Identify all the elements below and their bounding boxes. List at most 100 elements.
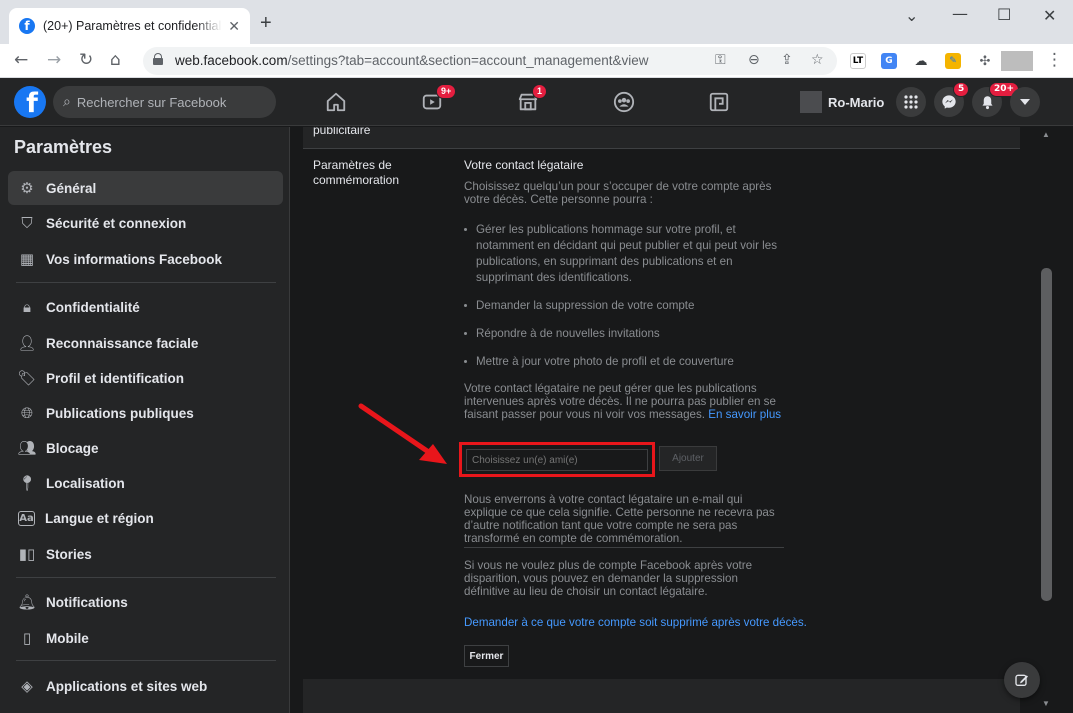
sidebar-item-general[interactable]: ⚙ Général bbox=[8, 171, 283, 205]
previous-section-label: publicitaire bbox=[313, 127, 371, 137]
messenger-icon[interactable]: 5 bbox=[934, 82, 970, 117]
sidebar-item-apps[interactable]: ◈ Applications et sites web bbox=[8, 669, 283, 703]
tab-close-icon[interactable]: ✕ bbox=[228, 18, 240, 35]
sidebar-item-public-posts[interactable]: 🌐︎ Publications publiques bbox=[8, 396, 283, 430]
search-icon: ⌕ bbox=[63, 94, 71, 110]
sidebar-item-language[interactable]: Aa Langue et région bbox=[8, 501, 283, 535]
gaming-nav-icon[interactable] bbox=[705, 88, 733, 116]
sidebar-item-profile-tagging[interactable]: 🏷︎ Profil et identification bbox=[8, 361, 283, 395]
grid-icon: ▦ bbox=[19, 250, 35, 268]
sidebar-item-label: Localisation bbox=[46, 475, 125, 491]
gear-icon: ⚙ bbox=[20, 179, 34, 197]
sidebar-item-label: Sécurité et connexion bbox=[46, 215, 187, 231]
location-pin-icon: 📍︎ bbox=[17, 474, 37, 492]
share-icon[interactable]: ⇪ bbox=[781, 52, 793, 68]
sidebar-item-label: Notifications bbox=[46, 594, 128, 610]
watch-nav-icon[interactable]: 9+ bbox=[418, 84, 457, 116]
window-close-icon[interactable]: ✕ bbox=[1043, 6, 1056, 25]
permissions-list: Gérer les publications hommage sur votre… bbox=[464, 222, 784, 370]
profile-shortcut[interactable]: Ro-Mario bbox=[800, 91, 884, 113]
home-icon[interactable]: ⌂ bbox=[110, 50, 121, 70]
sidebar-item-your-info[interactable]: ▦ Vos informations Facebook bbox=[8, 242, 283, 276]
messenger-badge: 5 bbox=[953, 82, 970, 97]
marketplace-nav-icon[interactable]: 1 bbox=[514, 84, 548, 116]
scroll-down-icon[interactable]: ▼ bbox=[1042, 699, 1050, 708]
lock-icon[interactable] bbox=[153, 53, 163, 65]
language-icon: Aa bbox=[18, 510, 35, 526]
bell-icon: 🔔︎ bbox=[17, 593, 37, 611]
intro-text: Choisissez quelqu’un pour s’occuper de v… bbox=[464, 180, 772, 206]
languagetool-icon[interactable]: LT bbox=[850, 53, 866, 69]
list-item: Répondre à de nouvelles invitations bbox=[464, 326, 784, 342]
settings-sidebar: Paramètres ⚙ Général ⛉ Sécurité et conne… bbox=[0, 127, 290, 713]
extension-feather-icon[interactable]: ✎ bbox=[945, 53, 961, 69]
sidebar-item-label: Applications et sites web bbox=[46, 678, 208, 694]
sidebar-item-stories[interactable]: ▮▯ Stories bbox=[8, 537, 283, 571]
content-divider bbox=[464, 547, 784, 548]
sidebar-item-face-recognition[interactable]: 👤︎ Reconnaissance faciale bbox=[8, 326, 283, 360]
sidebar-item-blocking[interactable]: 👥︎ Blocage bbox=[8, 431, 283, 465]
sidebar-title: Paramètres bbox=[14, 137, 113, 157]
zoom-icon[interactable]: ⊖ bbox=[748, 52, 760, 68]
search-placeholder: Rechercher sur Facebook bbox=[76, 94, 227, 110]
reload-icon[interactable]: ↻ bbox=[79, 50, 93, 70]
tab-title: (20+) Paramètres et confidentialité bbox=[43, 19, 223, 33]
globe-icon: 🌐︎ bbox=[20, 404, 33, 422]
red-arrow-icon bbox=[358, 403, 447, 464]
scroll-up-icon[interactable]: ▲ bbox=[1042, 130, 1050, 139]
account-dropdown-icon[interactable] bbox=[1010, 87, 1040, 117]
marketplace-badge: 1 bbox=[532, 84, 548, 99]
new-message-button[interactable] bbox=[1004, 662, 1040, 698]
list-item: Mettre à jour votre photo de profil et d… bbox=[464, 354, 784, 370]
sidebar-item-notifications[interactable]: 🔔︎ Notifications bbox=[8, 585, 283, 619]
browser-toolbar: ← → ↻ ⌂ web.facebook.com/settings?tab=ac… bbox=[0, 44, 1073, 78]
sidebar-item-label: Vos informations Facebook bbox=[46, 251, 223, 267]
scrollbar-thumb[interactable] bbox=[1041, 268, 1052, 601]
sidebar-item-location[interactable]: 📍︎ Localisation bbox=[8, 466, 283, 500]
delete-after-death-link[interactable]: Demander à ce que votre compte soit supp… bbox=[464, 616, 807, 629]
groups-nav-icon[interactable] bbox=[610, 88, 638, 116]
address-bar[interactable]: web.facebook.com/settings?tab=account&se… bbox=[143, 47, 837, 75]
shield-icon: ⛉ bbox=[21, 214, 33, 232]
back-icon[interactable]: ← bbox=[14, 50, 28, 70]
facebook-search-input[interactable]: ⌕ Rechercher sur Facebook bbox=[53, 86, 276, 118]
sidebar-item-privacy[interactable]: 🔒︎ Confidentialité bbox=[8, 290, 283, 324]
profile-avatar-icon[interactable] bbox=[1001, 51, 1033, 71]
add-button[interactable]: Ajouter bbox=[659, 446, 717, 471]
sidebar-item-security[interactable]: ⛉ Sécurité et connexion bbox=[8, 206, 283, 240]
apps-icon: ◈ bbox=[21, 677, 33, 695]
legacy-contact-content: Votre contact légataire Choisissez quelq… bbox=[464, 158, 784, 421]
chevron-down-icon[interactable]: ⌄ bbox=[905, 6, 918, 25]
translate-icon[interactable]: G bbox=[881, 53, 897, 69]
facebook-favicon-icon: f bbox=[19, 18, 35, 34]
watch-badge: 9+ bbox=[436, 84, 457, 99]
minimize-icon[interactable]: — bbox=[952, 4, 968, 23]
page-scrollbar[interactable]: ▲ ▼ bbox=[1040, 127, 1053, 713]
learn-more-link[interactable]: En savoir plus bbox=[708, 408, 781, 421]
sidebar-item-label: Stories bbox=[46, 546, 92, 562]
new-tab-icon[interactable]: + bbox=[260, 13, 272, 33]
compose-icon bbox=[1015, 674, 1028, 686]
forward-icon[interactable]: → bbox=[47, 50, 61, 70]
url-text[interactable]: web.facebook.com/settings?tab=account&se… bbox=[175, 53, 649, 68]
sidebar-item-label: Publications publiques bbox=[46, 405, 194, 421]
profile-name[interactable]: Ro-Mario bbox=[828, 95, 884, 110]
facebook-logo-icon[interactable]: f bbox=[14, 86, 46, 118]
section-label: Paramètres de commémoration bbox=[313, 158, 400, 187]
avatar[interactable] bbox=[800, 91, 822, 113]
sidebar-item-mobile[interactable]: ▯ Mobile bbox=[8, 621, 283, 655]
maximize-icon[interactable]: ☐ bbox=[997, 5, 1011, 24]
key-icon[interactable]: ⚿ bbox=[715, 52, 726, 68]
cloud-download-icon[interactable]: ☁ bbox=[913, 53, 929, 69]
browser-tab[interactable]: f (20+) Paramètres et confidentialité ✕ bbox=[9, 8, 250, 44]
puzzle-icon[interactable]: ✣ bbox=[977, 53, 993, 69]
bell-icon[interactable]: 20+ bbox=[972, 82, 1020, 117]
menu-grid-icon[interactable] bbox=[896, 87, 926, 117]
menu-dots-icon[interactable]: ⋮ bbox=[1046, 50, 1063, 70]
home-nav-icon[interactable] bbox=[322, 88, 350, 116]
sidebar-item-label: Profil et identification bbox=[46, 370, 185, 386]
tag-icon: 🏷︎ bbox=[17, 369, 37, 387]
legacy-contact-heading: Votre contact légataire bbox=[464, 158, 584, 172]
close-button[interactable]: Fermer bbox=[464, 645, 509, 667]
star-icon[interactable]: ☆ bbox=[811, 52, 824, 68]
